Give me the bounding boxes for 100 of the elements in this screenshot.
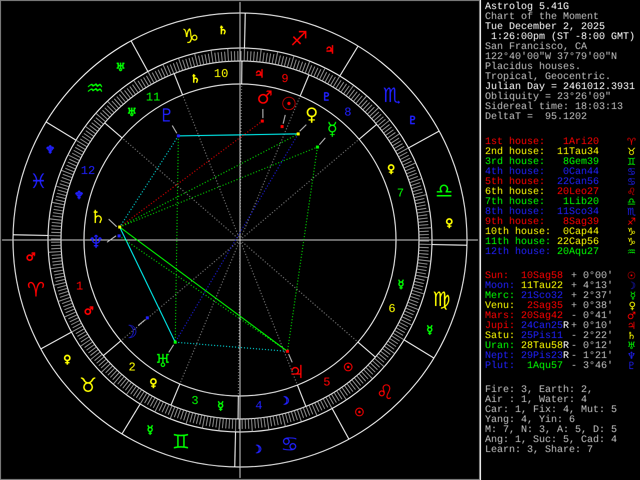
zodiac-sign-glyph: ♏ [382, 83, 401, 107]
house-position: 11Tau34 [556, 148, 599, 158]
planet-glyph: ♅ [154, 351, 171, 372]
planet-glyph: ♂ [256, 88, 273, 109]
house-label: 11th house: [485, 238, 551, 248]
sign-glyph: ♈ [627, 138, 636, 148]
house-position: 0Cap44 [562, 228, 599, 238]
sign-glyph: ♑ [627, 228, 636, 238]
house-position: 11Sco34 [556, 208, 599, 218]
planet-position: 28Tau58 [521, 342, 563, 352]
zodiac-sign-glyph: ♌ [376, 380, 394, 404]
zodiac-sign-glyph: ♊ [172, 430, 190, 454]
chart-info-text: Obliquity = 23°26'09" [485, 93, 612, 103]
leader-line [282, 114, 286, 124]
planet-glyph: ♀ [628, 302, 636, 312]
planet-position: 21Sco32 [521, 292, 563, 302]
ruler-glyph: ♃ [324, 44, 335, 57]
planet-glyph: ♃ [288, 362, 305, 383]
ruler-glyph: ☿ [398, 278, 404, 291]
planet-glyph: ☽ [627, 282, 636, 292]
ruler-glyph: ♂ [84, 304, 94, 318]
chart-info-text: Placidus houses. [485, 63, 582, 73]
house-position: 22Can56 [556, 178, 599, 188]
planet-position: 10Sag58 [521, 272, 563, 282]
chart-info-text: Julian Day = 2461012.3931 [485, 83, 636, 93]
house-label: 6th house: [485, 188, 546, 198]
planet-latitude: - 0°41' [571, 312, 614, 322]
planet-name: Venu: [485, 302, 516, 312]
house-position: 8Sag39 [562, 218, 599, 228]
house-label: 10th house: [485, 228, 551, 238]
house-number: 12 [80, 164, 96, 178]
sign-glyph: ♌ [627, 188, 636, 198]
planet-glyph: ♅ [627, 342, 636, 352]
chart-info-text: Tue December 2, 2025 [485, 23, 606, 33]
ruler-glyph: ☿ [217, 399, 224, 412]
planet-glyph: ♇ [627, 362, 636, 372]
planet-position: 29Pis23 [521, 352, 563, 362]
element-stats-text: Car: 1, Fix: 4, Mut: 5 [485, 406, 618, 416]
house-position: 1Lib20 [562, 198, 599, 208]
zodiac-sign-glyph: ♓ [30, 168, 48, 193]
planet-name: Jupi: [485, 322, 516, 332]
ruler-glyph: ♄ [218, 24, 228, 38]
ruler-glyph: ♇ [408, 114, 418, 128]
leader-line [262, 108, 264, 119]
planet-latitude: + 0°38' [571, 302, 614, 312]
ruler-glyph: ♀ [63, 352, 72, 366]
house-number: 8 [344, 105, 352, 120]
ruler-glyph: ♆ [45, 144, 56, 157]
zodiac-sign-glyph: ♎ [435, 178, 454, 202]
ruler-glyph: ♂ [26, 250, 36, 264]
house-number: 9 [281, 72, 289, 86]
chart-info-text: Chart of the Moment [485, 13, 600, 23]
planet-latitude: - 1°21' [571, 352, 614, 362]
element-stats-text: Ang: 1, Suc: 5, Cad: 4 [485, 436, 618, 446]
planet-name: Nept: [485, 352, 516, 362]
ruler-glyph: ♅ [126, 106, 137, 120]
planet-name: Plut: [485, 362, 516, 372]
house-label: 5th house: [485, 178, 546, 188]
house-position: 1Ari20 [562, 138, 599, 148]
planet-latitude: - 0°12' [571, 342, 614, 352]
leader-line [318, 137, 326, 146]
element-stats-text: Learn: 3, Share: 7 [485, 446, 594, 456]
element-stats-text: Air : 1, Water: 4 [485, 396, 588, 406]
ruler-glyph: ♀ [387, 162, 396, 176]
retrograde-mark: R [563, 341, 570, 352]
planet-position: 2Sag35 [526, 302, 563, 312]
planet-latitude: + 4°13' [571, 282, 614, 292]
planet-name: Merc: [485, 292, 516, 302]
planet-glyph: ♄ [90, 206, 106, 228]
leader-line [106, 235, 117, 243]
chart-info-text: 1:26:00pm (ST -8:00 GMT) [491, 33, 636, 43]
planet-glyph: ☉ [280, 94, 298, 116]
leader-line [168, 344, 174, 353]
zodiac-sign-glyph: ♋ [280, 432, 299, 456]
sign-glyph: ♎ [627, 198, 636, 208]
planet-position: 25Pis11 [521, 332, 563, 342]
ruler-glyph: ☿ [146, 423, 154, 436]
sign-glyph: ♏ [627, 208, 636, 218]
element-stats-text: Yang: 4, Yin: 6 [485, 416, 576, 426]
house-number: 2 [128, 360, 136, 375]
zodiac-sign-glyph: ♒ [86, 76, 104, 100]
planet-glyph: ☉ [627, 272, 636, 282]
planet-latitude: - 3°46' [571, 362, 614, 372]
zodiac-sign-glyph: ♈ [26, 278, 45, 302]
ruler-glyph: ♄ [190, 72, 200, 86]
house-position: 20Leo27 [556, 188, 599, 198]
house-number: 5 [323, 376, 330, 390]
chart-info-text: Sidereal time: 18:03:13 [485, 103, 624, 113]
house-label: 12th house: [485, 248, 551, 258]
planet-position: 20Sag42 [521, 312, 563, 322]
ruler-glyph: ♅ [116, 60, 126, 74]
house-position: 0Can44 [562, 168, 599, 178]
ruler-glyph: ☿ [426, 323, 434, 336]
planet-position: 24Can25 [521, 322, 563, 332]
chart-info-text: San Francisco, CA [485, 43, 588, 53]
sign-glyph: ♋ [627, 168, 636, 178]
planet-glyph: ♀ [305, 104, 318, 126]
house-number: 4 [255, 398, 262, 413]
chart-info-text: Tropical, Geocentric. [485, 73, 612, 83]
planet-latitude: + 0°00' [571, 272, 614, 282]
